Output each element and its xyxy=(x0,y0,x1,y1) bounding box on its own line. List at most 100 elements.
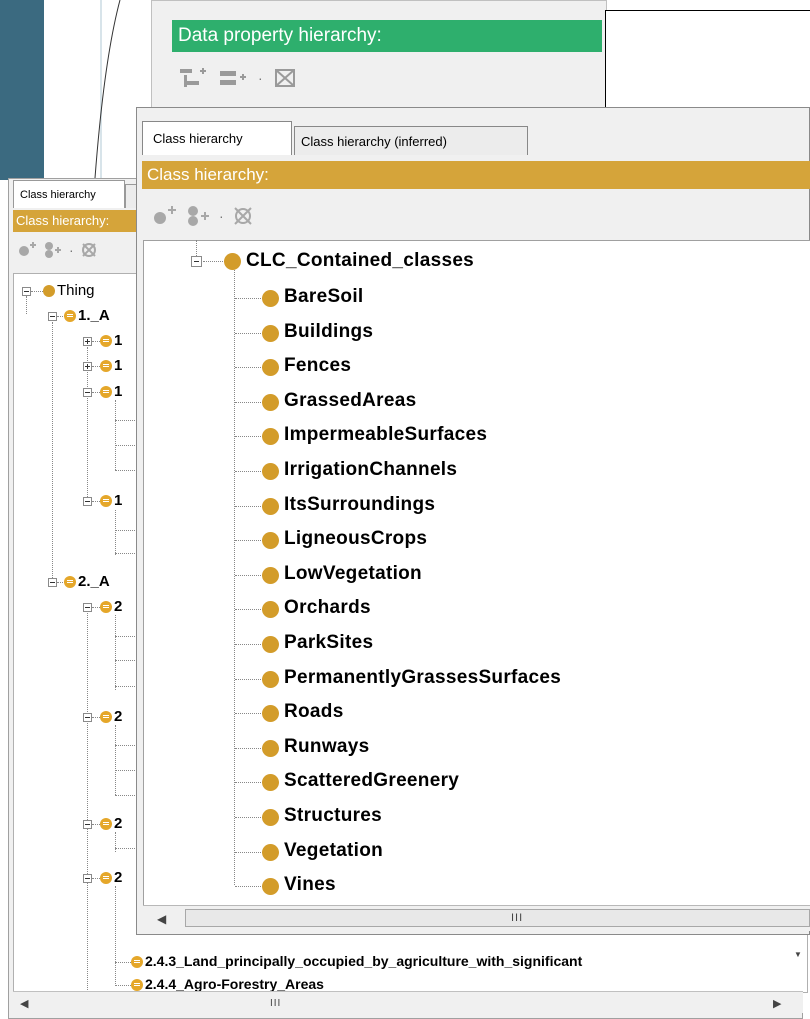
scrollbar-thumb[interactable] xyxy=(185,909,810,927)
tree-item-parent[interactable]: CLC_Contained_classes xyxy=(246,250,474,272)
tree-item-child[interactable]: Fences xyxy=(284,355,351,377)
back-toolbar: · xyxy=(17,238,98,262)
collapse-toggle[interactable] xyxy=(83,820,92,829)
tree-connector xyxy=(235,332,263,334)
tree-item-child[interactable]: PermanentlyGrassesSurfaces xyxy=(284,667,561,689)
defined-class-icon xyxy=(131,956,143,968)
collapse-toggle-parent[interactable] xyxy=(191,256,202,267)
tree-item[interactable]: 1 xyxy=(114,383,122,400)
defined-class-icon xyxy=(64,310,76,322)
defined-class-icon xyxy=(100,711,112,723)
class-node-icon xyxy=(262,324,279,342)
tree-item[interactable]: 2 xyxy=(114,815,122,832)
add-sibling-class-icon[interactable] xyxy=(43,241,63,259)
tab-class-hierarchy-inferred[interactable]: Class hierarchy (inferred) xyxy=(294,126,528,155)
tree-connector xyxy=(235,436,263,438)
tree-item-child[interactable]: ImpermeableSurfaces xyxy=(284,424,487,446)
defined-class-icon xyxy=(100,601,112,613)
tree-item-child[interactable]: LowVegetation xyxy=(284,563,422,585)
tree-connector xyxy=(235,678,263,680)
add-sibling-property-icon[interactable] xyxy=(218,67,248,89)
toolbar-separator: · xyxy=(219,208,224,224)
class-node-icon xyxy=(262,739,279,757)
tree-connector xyxy=(235,609,263,611)
tree-item-child[interactable]: IrrigationChannels xyxy=(284,459,457,481)
collapse-toggle[interactable] xyxy=(83,713,92,722)
tree-item-child[interactable]: ParkSites xyxy=(284,632,373,654)
tree-item[interactable]: 1 xyxy=(114,492,122,509)
class-node-icon xyxy=(262,566,279,584)
tree-connector xyxy=(235,505,263,507)
tree-item[interactable]: 2 xyxy=(114,708,122,725)
tree-connector xyxy=(235,817,263,818)
defined-class-icon xyxy=(100,495,112,507)
tree-connector xyxy=(235,471,263,472)
tree-item-child[interactable]: ScatteredGreenery xyxy=(284,770,459,792)
collapse-toggle[interactable] xyxy=(83,388,92,397)
expand-toggle[interactable] xyxy=(83,337,92,346)
scroll-right-arrow-icon[interactable]: ▶ xyxy=(773,997,781,1010)
class-node-icon xyxy=(262,393,279,411)
tree-connector xyxy=(235,886,263,888)
data-property-header: Data property hierarchy: xyxy=(172,20,602,52)
delete-property-icon[interactable] xyxy=(273,67,299,89)
back-horizontal-scrollbar[interactable] xyxy=(13,991,803,1013)
back-tab-class-hierarchy[interactable]: Class hierarchy xyxy=(13,180,125,208)
collapse-toggle[interactable] xyxy=(48,312,57,321)
class-node-icon xyxy=(262,636,279,653)
tree-item[interactable]: 1 xyxy=(114,332,122,349)
delete-class-icon[interactable] xyxy=(232,205,254,227)
tree-item[interactable]: 2 xyxy=(114,869,122,886)
collapse-toggle-thing[interactable] xyxy=(22,287,31,296)
class-node-icon xyxy=(262,497,279,515)
tree-connector xyxy=(235,367,263,369)
tree-item-child[interactable]: GrassedAreas xyxy=(284,390,416,412)
defined-class-icon xyxy=(100,386,112,398)
tree-item[interactable]: 1 xyxy=(114,357,122,374)
class-toolbar: · xyxy=(151,201,254,231)
add-sibling-class-icon[interactable] xyxy=(185,204,211,228)
class-node-icon xyxy=(262,290,279,307)
tab-class-hierarchy[interactable]: Class hierarchy xyxy=(142,121,292,155)
tree-item-child[interactable]: Vines xyxy=(284,874,336,896)
tree-item-thing[interactable]: Thing xyxy=(57,282,95,299)
tree-item[interactable]: 2.4.4_Agro-Forestry_Areas xyxy=(145,976,324,992)
tree-item[interactable]: 2._A xyxy=(78,573,110,590)
tree-connector xyxy=(235,747,263,749)
defined-class-icon xyxy=(100,360,112,372)
scroll-left-arrow-icon[interactable]: ◀ xyxy=(20,997,28,1010)
tree-connector xyxy=(235,298,263,299)
collapse-toggle[interactable] xyxy=(83,874,92,883)
tree-item-child[interactable]: ItsSurroundings xyxy=(284,494,435,516)
defined-class-icon xyxy=(64,576,76,588)
defined-class-icon xyxy=(100,818,112,830)
tree-item-child[interactable]: Structures xyxy=(284,805,382,827)
tree-item[interactable]: 2.4.3_Land_principally_occupied_by_agric… xyxy=(145,953,582,969)
tree-item[interactable]: 2 xyxy=(114,598,122,615)
add-subclass-icon[interactable] xyxy=(151,204,177,228)
collapse-toggle[interactable] xyxy=(48,578,57,587)
expand-toggle[interactable] xyxy=(83,362,92,371)
tree-item-child[interactable]: Roads xyxy=(284,701,344,723)
collapse-toggle[interactable] xyxy=(83,497,92,506)
tree-item[interactable]: 1._A xyxy=(78,307,110,324)
add-subclass-icon[interactable] xyxy=(17,241,37,259)
delete-class-icon[interactable] xyxy=(80,241,98,259)
tree-connector xyxy=(235,644,263,645)
tree-item-child[interactable]: Buildings xyxy=(284,321,373,343)
defined-class-icon xyxy=(100,335,112,347)
class-node-icon xyxy=(262,463,279,480)
tree-item-child[interactable]: Vegetation xyxy=(284,840,383,862)
add-subproperty-icon[interactable] xyxy=(178,67,208,89)
tree-connector xyxy=(235,782,263,784)
scroll-left-arrow-icon[interactable]: ◀ xyxy=(157,912,166,926)
collapse-toggle[interactable] xyxy=(83,603,92,612)
tree-item-child[interactable]: LigneousCrops xyxy=(284,528,427,550)
tree-item-child[interactable]: Orchards xyxy=(284,597,371,619)
slide-decor-stripe xyxy=(100,0,102,180)
class-node-icon xyxy=(43,285,55,297)
scroll-down-arrow-icon[interactable]: ▼ xyxy=(794,950,802,959)
tree-item-child[interactable]: Runways xyxy=(284,736,370,758)
tree-item-child[interactable]: BareSoil xyxy=(284,286,364,308)
tree-connector xyxy=(235,851,263,853)
